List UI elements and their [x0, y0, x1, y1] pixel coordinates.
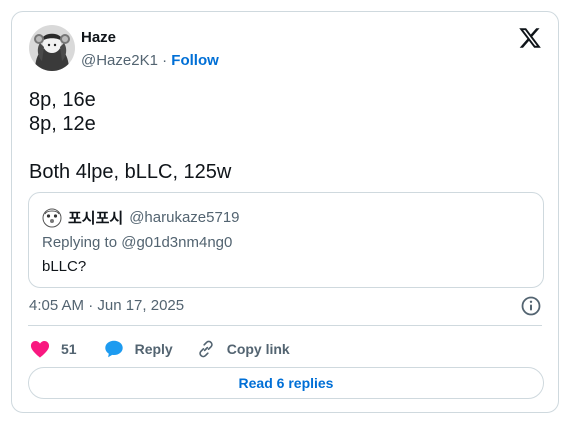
speech-bubble-icon: [104, 340, 123, 358]
link-icon: [198, 340, 213, 358]
replying-to-text: Replying to @g01d3nm4ng0: [42, 234, 233, 251]
read-replies-label: Read 6 replies: [238, 375, 334, 391]
author-handle[interactable]: @Haze2K1: [81, 52, 158, 69]
tweet-line: Both 4lpe, bLLC, 125w: [29, 161, 232, 183]
quoted-tweet-text: bLLC?: [42, 258, 87, 275]
like-button[interactable]: 51: [29, 338, 77, 360]
tweet-text: 8p, 16e 8p, 12e Both 4lpe, bLLC, 125w: [29, 88, 231, 184]
author-avatar[interactable]: [29, 25, 75, 71]
follow-button[interactable]: Follow: [171, 52, 219, 69]
tweet-line: 8p, 16e: [29, 89, 96, 111]
quoted-author-handle: @harukaze5719: [129, 209, 240, 226]
quoted-tweet[interactable]: 포시포시 @harukaze5719 Replying to @g01d3nm4…: [28, 192, 544, 288]
info-icon[interactable]: [520, 295, 542, 317]
quoted-author-name: 포시포시: [68, 210, 124, 227]
reply-button[interactable]: Reply: [103, 338, 173, 360]
tweet-line: 8p, 12e: [29, 113, 96, 135]
like-count: 51: [61, 341, 77, 357]
tweet-timestamp[interactable]: 4:05 AM · Jun 17, 2025: [29, 297, 184, 314]
action-bar: 51 Reply Copy link: [29, 337, 290, 361]
quoted-author-avatar[interactable]: [42, 208, 62, 228]
quoted-tweet-header: 포시포시 @harukaze5719: [42, 207, 240, 228]
heart-icon: [30, 341, 50, 358]
author-name[interactable]: Haze: [81, 29, 116, 46]
copy-link-label: Copy link: [226, 341, 290, 357]
tweet-card: Haze @Haze2K1 · Follow 8p, 16e 8p, 12e B…: [11, 11, 559, 413]
read-replies-button[interactable]: Read 6 replies: [28, 367, 544, 399]
handle-separator: ·: [162, 52, 168, 69]
divider: [28, 325, 542, 326]
x-logo-icon[interactable]: [518, 26, 542, 50]
copy-link-button[interactable]: Copy link: [195, 338, 290, 360]
reply-label: Reply: [134, 341, 173, 357]
author-handle-line: @Haze2K1 · Follow: [81, 52, 219, 69]
tweet-line: [29, 136, 231, 160]
